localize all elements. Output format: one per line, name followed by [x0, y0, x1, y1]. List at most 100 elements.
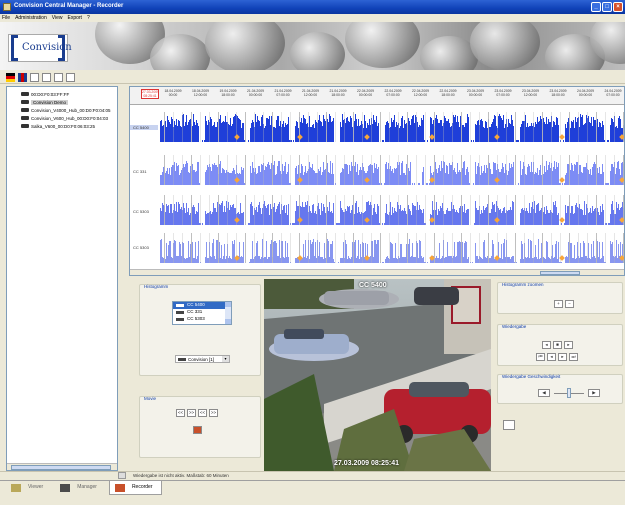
histogram-track[interactable] — [160, 155, 624, 185]
group-selector[interactable]: Convision [1] ▾ — [175, 355, 230, 363]
step-back-icon[interactable]: ◂ — [547, 353, 556, 361]
camera-list-item[interactable]: CC 331 — [173, 309, 231, 316]
grid-line — [569, 233, 570, 263]
activity-bar — [383, 140, 384, 142]
timeline-scrollbar[interactable] — [130, 269, 624, 275]
grid-line — [263, 112, 264, 142]
zoom-out-icon[interactable]: − — [565, 300, 574, 308]
maximize-button[interactable]: □ — [602, 2, 612, 12]
tab-label: Recorder — [131, 484, 153, 490]
timeline-histogram[interactable]: 27.03.2009 08:25:41 18.04.2009 00:00 18.04… — [129, 86, 625, 276]
camera-icon — [21, 92, 29, 96]
tab-viewer[interactable]: Viewer — [6, 481, 51, 495]
camera-list-scrollbar[interactable] — [225, 302, 231, 324]
track-label[interactable]: CC 5303 — [130, 209, 158, 214]
snapshot-icon[interactable] — [503, 420, 515, 430]
movie-start-button[interactable]: << — [176, 409, 185, 417]
track-label[interactable]: CC 331 — [130, 169, 158, 174]
menu-view[interactable]: View — [52, 15, 63, 22]
histogram-track[interactable] — [160, 233, 624, 263]
menu-export[interactable]: Export — [68, 15, 82, 22]
tree-item[interactable]: 00:D0:F0:03:FF:FF — [7, 90, 117, 98]
video-preview[interactable]: CC 5400 27.03.2009 08:25:41 — [264, 279, 491, 471]
movie-prev-button[interactable]: << — [198, 409, 207, 417]
splitter[interactable] — [120, 86, 125, 471]
tree-scrollbar[interactable] — [7, 463, 117, 470]
search-icon[interactable] — [30, 73, 39, 82]
toolbar — [0, 70, 625, 84]
close-button[interactable]: × — [613, 2, 623, 12]
grid-line — [443, 233, 444, 263]
activity-bar — [243, 212, 244, 225]
flag-de-icon[interactable] — [6, 73, 15, 82]
scroll-right-icon[interactable] — [118, 472, 126, 479]
camera-list-item[interactable]: CC 5400 — [173, 302, 231, 309]
control-area: Histogramm CC 5400 CC 331 CC 5303 Convis… — [129, 278, 625, 471]
play-backward-icon[interactable]: ◂ — [542, 341, 551, 349]
zoom-in-icon[interactable]: + — [554, 300, 563, 308]
grid-line — [272, 112, 273, 142]
tree-item[interactable]: Convision Demo — [7, 98, 117, 106]
slower-icon[interactable]: ◀ — [538, 389, 550, 397]
skip-start-icon[interactable]: ⏮ — [536, 353, 545, 361]
tree-item[interactable]: Convision_V600_Hub_00:D0:F0:04:03 — [7, 114, 117, 122]
activity-bar — [378, 239, 379, 263]
activity-bar — [562, 183, 563, 185]
step-forward-icon[interactable]: ▸ — [558, 353, 567, 361]
histogram-track[interactable] — [160, 112, 624, 142]
menu-help[interactable]: ? — [87, 15, 90, 22]
flag-uk-icon[interactable] — [18, 73, 27, 82]
grid-line — [218, 155, 219, 185]
save-icon[interactable] — [66, 73, 75, 82]
camera-list-item[interactable]: CC 5303 — [173, 316, 231, 323]
tree-item[interactable]: Salka_V600_00:D0:F0:06:03:25 — [7, 122, 117, 130]
tree-item[interactable]: Convision_V4000_Hub_00:D0:F0:04:05 — [7, 106, 117, 114]
activity-bar — [288, 163, 289, 185]
grid-line — [164, 195, 165, 225]
new-document-icon[interactable] — [42, 73, 51, 82]
stop-icon[interactable]: ■ — [553, 341, 562, 349]
skip-end-icon[interactable]: ⏭ — [569, 353, 578, 361]
grid-line — [605, 195, 606, 225]
grid-line — [254, 233, 255, 263]
menu-file[interactable]: File — [2, 15, 10, 22]
minimize-button[interactable]: _ — [591, 2, 601, 12]
grid-line — [506, 155, 507, 185]
faster-icon[interactable]: ▶ — [588, 389, 600, 397]
zoom-group: Histogramm zoomen + − — [497, 282, 623, 314]
tab-manager[interactable]: Manager — [55, 481, 105, 495]
track-label[interactable]: CC 5303 — [130, 245, 158, 250]
speed-slider-thumb[interactable] — [567, 388, 571, 398]
activity-bar — [412, 183, 413, 185]
grid-line — [470, 195, 471, 225]
chevron-down-icon[interactable]: ▾ — [222, 356, 229, 362]
current-position-marker[interactable]: 27.03.2009 08:25:41 — [141, 89, 159, 99]
grid-line — [281, 112, 282, 142]
histogram-track[interactable] — [160, 195, 624, 225]
grid-line — [344, 112, 345, 142]
camera-list[interactable]: CC 5400 CC 331 CC 5303 — [172, 301, 232, 325]
activity-bar — [561, 262, 562, 263]
camera-icon — [21, 108, 29, 112]
activity-bar — [338, 262, 339, 263]
grid-line — [164, 112, 165, 142]
play-forward-icon[interactable]: ▸ — [564, 341, 573, 349]
tab-recorder[interactable]: Recorder — [108, 481, 162, 495]
timeline-date: 19.04.2009 18:00:00 — [219, 89, 237, 97]
grid-line — [533, 112, 534, 142]
grid-line — [191, 233, 192, 263]
activity-bar — [288, 256, 289, 263]
activity-bar — [414, 183, 415, 185]
movie-end-button[interactable]: >> — [187, 409, 196, 417]
track-label[interactable]: CC 5400 — [130, 125, 158, 130]
grid-line — [227, 233, 228, 263]
activity-bar — [558, 163, 559, 185]
folder-icon[interactable] — [54, 73, 63, 82]
movie-next-button[interactable]: >> — [209, 409, 218, 417]
grid-line — [173, 112, 174, 142]
movie-export-icon[interactable] — [193, 426, 202, 434]
grid-line — [443, 112, 444, 142]
timeline-date: 23.04.2009 07:00:00 — [494, 89, 512, 97]
menu-administration[interactable]: Administration — [15, 15, 47, 22]
activity-bar — [198, 241, 199, 263]
